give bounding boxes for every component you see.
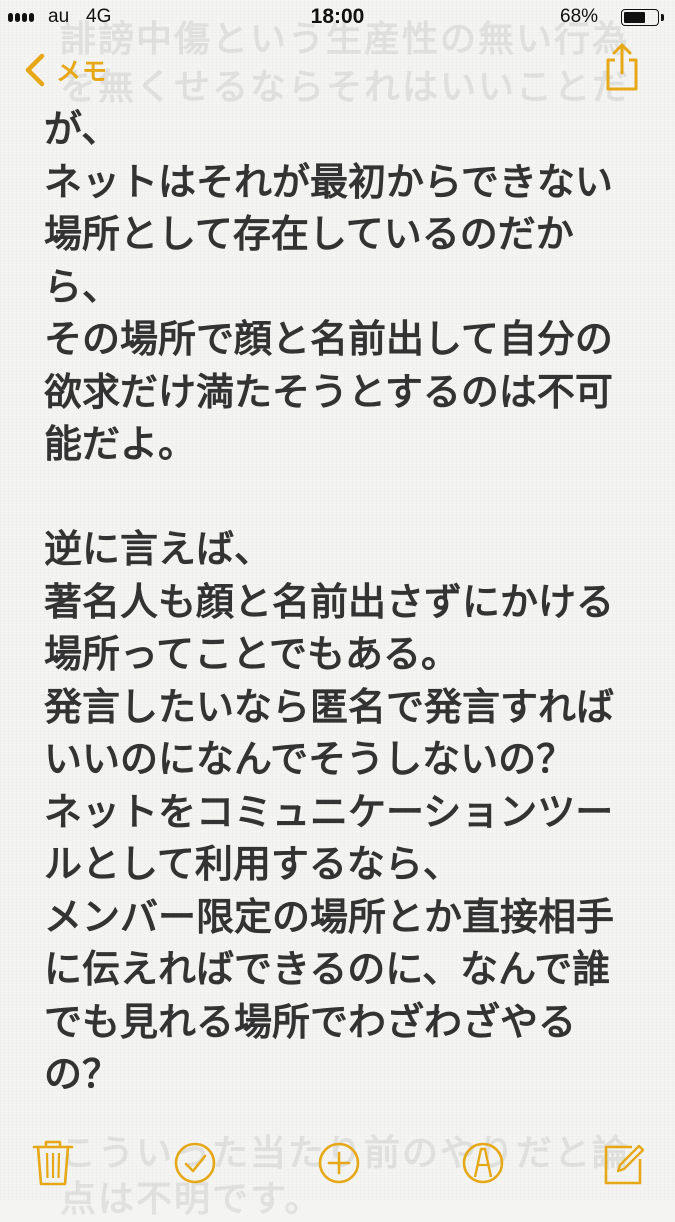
note-blank-line [44,471,664,524]
battery-icon [621,9,659,26]
battery-percent: 68% [560,6,599,27]
battery-terminal [661,14,664,21]
note-line: ら、 [44,264,121,309]
note-line: 欲求だけ満たそうとするのは不可 [44,369,613,414]
note-line: ルとして利用するなら、 [44,842,461,886]
add-icon [318,1142,360,1184]
back-button-label: メモ [56,57,109,86]
bottom-toolbar [0,1135,675,1195]
note-line: に伝えればできるのに、なんで誰 [44,947,611,991]
note-text-body[interactable]: が、 ネットはそれが最初からできない 場所として存在しているのだか ら、 その場… [44,103,664,1101]
checklist-icon [174,1142,216,1184]
markup-icon [462,1142,504,1184]
note-line: 能だよ。 [44,422,197,466]
back-button[interactable]: メモ [22,50,108,90]
note-line: メンバー限定の場所とか直接相手 [44,894,615,939]
note-line: 場所ってことでもある。 [44,632,459,676]
share-icon [606,43,638,91]
share-button[interactable] [603,42,641,92]
note-line: ネットはそれが最初からできない [44,159,613,204]
note-line: 発言したいなら匿名で発言すれば [44,684,615,729]
note-line: でも見れる場所でわざわざやる [44,999,577,1044]
note-line: 場所として存在しているのだか [44,212,574,256]
add-attachment-button[interactable] [316,1135,362,1189]
chevron-left-icon [25,53,45,87]
checklist-button[interactable] [172,1135,218,1189]
note-line: 著名人も顔と名前出さずにかける [44,579,615,624]
delete-button[interactable] [30,1135,76,1189]
note-line: いいのになんでそうしないの？ [44,737,575,781]
compose-icon [604,1144,645,1185]
note-line: 逆に言えば、 [44,527,273,571]
compose-button[interactable] [602,1135,648,1189]
note-line: が、 [44,107,120,151]
note-line: の？ [44,1052,121,1096]
markup-button[interactable] [460,1135,506,1189]
note-line: その場所で顔と名前出して自分の [44,317,613,361]
battery-level [624,12,645,23]
note-line: ネットをコミュニケーションツー [44,789,614,834]
trash-icon [32,1140,74,1186]
status-bar: au 4G 18:00 68% [0,0,675,36]
